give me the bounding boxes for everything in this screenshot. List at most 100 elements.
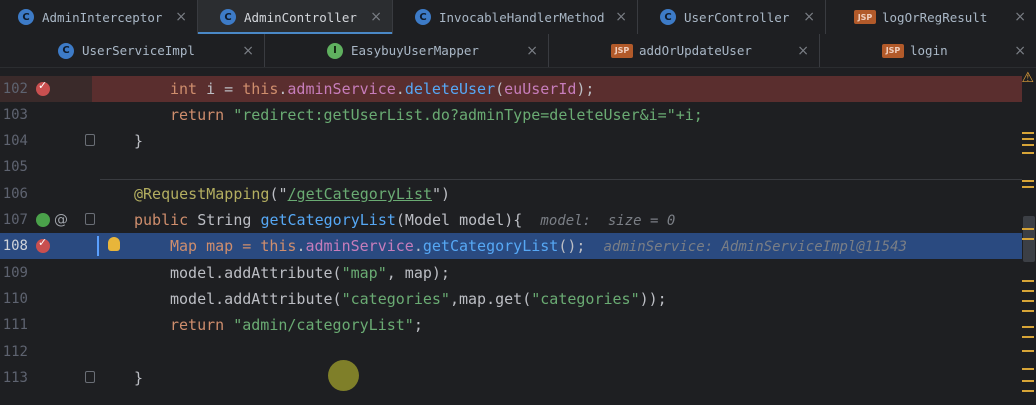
override-icon[interactable] xyxy=(36,213,50,227)
close-icon[interactable]: × xyxy=(615,9,627,25)
gutter[interactable] xyxy=(36,233,50,259)
code-line-109[interactable]: 109 model.addAttribute("map", map); xyxy=(0,260,1036,286)
jsp-icon: JSP xyxy=(882,43,904,58)
tab-userserviceimpl[interactable]: C UserServiceImpl × xyxy=(0,34,265,67)
line-number: 110 xyxy=(2,291,28,307)
line-number: 104 xyxy=(2,133,28,149)
tab-admininterceptor[interactable]: C AdminInterceptor × xyxy=(0,0,198,34)
gutter[interactable] xyxy=(36,76,50,102)
code-text: } xyxy=(134,132,144,150)
stripe-marker[interactable] xyxy=(1022,180,1034,182)
close-icon[interactable]: × xyxy=(370,9,382,25)
stripe-marker[interactable] xyxy=(1022,310,1034,312)
inline-debug-hint: model: size = 0 xyxy=(540,213,676,229)
code-editor[interactable]: 102 int i = this.adminService.deleteUser… xyxy=(0,68,1036,405)
tab-label: UserServiceImpl xyxy=(82,43,195,58)
class-icon: C xyxy=(58,42,74,59)
line-number: 108 xyxy=(2,238,28,254)
close-icon[interactable]: × xyxy=(1014,9,1026,25)
line-number: 112 xyxy=(2,344,28,360)
line-number: 103 xyxy=(2,107,28,123)
tab-admincontroller[interactable]: C AdminController × xyxy=(198,0,393,34)
line-number: 102 xyxy=(2,81,28,97)
code-text: model.addAttribute("categories",map.get(… xyxy=(170,290,667,308)
tab-label: UserController xyxy=(684,9,790,25)
breakpoint-icon[interactable] xyxy=(36,79,50,96)
code-text: public String getCategoryList(Model mode… xyxy=(134,211,676,229)
fold-icon[interactable] xyxy=(85,213,95,225)
code-line-113[interactable]: 113 } xyxy=(0,365,1036,391)
tab-usercontroller[interactable]: C UserController × xyxy=(638,0,826,34)
tab-invocablehandlermethod[interactable]: C InvocableHandlerMethod × xyxy=(393,0,638,34)
interface-icon: I xyxy=(327,42,343,59)
tab-addorupdateuser[interactable]: JSP addOrUpdateUser × xyxy=(549,34,820,67)
line-number: 105 xyxy=(2,159,28,175)
tab-easybuyusermapper[interactable]: I EasybuyUserMapper × xyxy=(265,34,549,67)
code-text: int i = this.adminService.deleteUser(euU… xyxy=(170,80,595,98)
fold-icon[interactable] xyxy=(85,134,95,146)
error-stripe[interactable]: ⚠ xyxy=(1021,68,1036,405)
code-text: return "redirect:getUserList.do?adminTyp… xyxy=(170,106,703,124)
stripe-marker[interactable] xyxy=(1022,336,1034,338)
stripe-marker[interactable] xyxy=(1022,138,1034,140)
jsp-icon: JSP xyxy=(854,10,876,24)
code-line-107[interactable]: 107 @ public String getCategoryList(Mode… xyxy=(0,207,1036,233)
tab-label: logOrRegResult xyxy=(882,9,988,25)
line-number: 106 xyxy=(2,186,28,202)
stripe-marker[interactable] xyxy=(1022,300,1034,302)
tab-label: addOrUpdateUser xyxy=(639,43,752,58)
stripe-marker[interactable] xyxy=(1022,144,1034,146)
close-icon[interactable]: × xyxy=(1014,43,1026,59)
class-icon: C xyxy=(18,9,34,25)
close-icon[interactable]: × xyxy=(175,9,187,25)
stripe-marker[interactable] xyxy=(1022,290,1034,292)
code-line-108[interactable]: 108 Map map = this.adminService.getCateg… xyxy=(0,233,1036,259)
code-line-104[interactable]: 104 } xyxy=(0,128,1036,154)
fold-icon[interactable] xyxy=(85,371,95,383)
tab-label: AdminController xyxy=(244,9,357,25)
method-separator xyxy=(100,179,1022,180)
tab-label: AdminInterceptor xyxy=(42,9,163,25)
tab-label: InvocableHandlerMethod xyxy=(439,9,605,25)
line-number: 107 xyxy=(2,212,28,228)
code-line-111[interactable]: 111 return "admin/categoryList"; xyxy=(0,312,1036,338)
tab-logorregresult[interactable]: JSP logOrRegResult × xyxy=(826,0,1036,34)
inline-debug-hint: adminService: AdminServiceImpl@11543 xyxy=(603,239,907,255)
at-icon[interactable]: @ xyxy=(54,212,68,228)
execution-marker xyxy=(97,236,99,256)
stripe-marker[interactable] xyxy=(1022,152,1034,154)
stripe-marker[interactable] xyxy=(1022,326,1034,328)
line-number: 113 xyxy=(2,370,28,386)
close-icon[interactable]: × xyxy=(797,43,809,59)
code-line-105[interactable]: 105 xyxy=(0,154,1036,180)
code-cell: int i = this.adminService.deleteUser(euU… xyxy=(92,76,1022,102)
code-line-110[interactable]: 110 model.addAttribute("categories",map.… xyxy=(0,286,1036,312)
stripe-marker[interactable] xyxy=(1022,350,1034,352)
tab-login[interactable]: JSP login × xyxy=(820,34,1036,67)
code-line-112[interactable]: 112 xyxy=(0,339,1036,365)
code-text: } xyxy=(134,369,144,387)
editor-tab-bar-bottom: C UserServiceImpl × I EasybuyUserMapper … xyxy=(0,34,1036,68)
breakpoint-icon[interactable] xyxy=(36,236,50,253)
code-line-103[interactable]: 103 return "redirect:getUserList.do?admi… xyxy=(0,102,1036,128)
warning-icon[interactable]: ⚠ xyxy=(1021,70,1034,86)
stripe-marker[interactable] xyxy=(1022,132,1034,134)
code-line-102[interactable]: 102 int i = this.adminService.deleteUser… xyxy=(0,76,1036,102)
editor-tab-bar-top: C AdminInterceptor × C AdminController ×… xyxy=(0,0,1036,35)
code-line-106[interactable]: 106 @RequestMapping("/getCategoryList") xyxy=(0,181,1036,207)
stripe-marker[interactable] xyxy=(1022,238,1034,240)
stripe-marker[interactable] xyxy=(1022,368,1034,370)
close-icon[interactable]: × xyxy=(526,43,538,59)
gutter[interactable]: @ xyxy=(36,207,68,233)
close-icon[interactable]: × xyxy=(242,43,254,59)
class-icon: C xyxy=(220,9,236,25)
code-text: @RequestMapping("/getCategoryList") xyxy=(134,185,451,203)
stripe-marker[interactable] xyxy=(1022,380,1034,382)
stripe-marker[interactable] xyxy=(1022,228,1034,230)
stripe-marker[interactable] xyxy=(1022,280,1034,282)
lightbulb-icon[interactable] xyxy=(108,237,120,251)
close-icon[interactable]: × xyxy=(803,9,815,25)
stripe-marker[interactable] xyxy=(1022,390,1034,392)
stripe-marker[interactable] xyxy=(1022,186,1034,188)
line-number: 111 xyxy=(2,317,28,333)
